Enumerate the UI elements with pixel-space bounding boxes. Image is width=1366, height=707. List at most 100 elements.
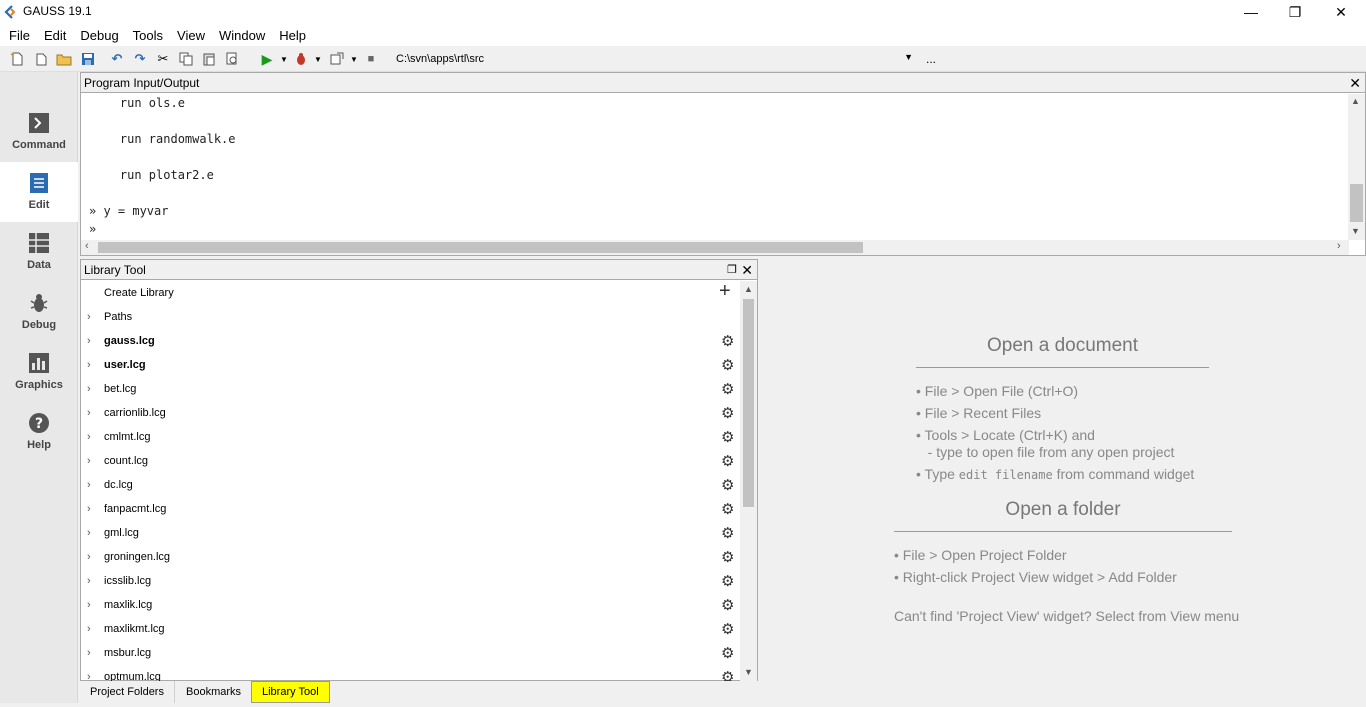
menu-debug[interactable]: Debug <box>73 28 125 43</box>
find-icon[interactable] <box>223 50 241 68</box>
minimize-button[interactable]: — <box>1228 0 1274 24</box>
menu-edit[interactable]: Edit <box>37 28 73 43</box>
vertical-scrollbar[interactable]: ▲ ▼ <box>1348 94 1365 240</box>
float-panel-icon[interactable]: ❐ <box>727 260 737 280</box>
scroll-down-icon[interactable]: ▼ <box>1351 226 1360 236</box>
console-output[interactable]: run ols.e run randomwalk.e run plotar2.e… <box>81 94 1349 240</box>
gear-icon[interactable]: ⚙ <box>721 380 734 398</box>
chevron-right-icon[interactable]: › <box>87 335 91 347</box>
gear-icon[interactable]: ⚙ <box>721 356 734 374</box>
debug-bug-icon[interactable] <box>292 50 310 68</box>
chevron-right-icon[interactable]: › <box>87 551 91 563</box>
paths-row[interactable]: › Paths <box>81 305 741 329</box>
copy-icon[interactable] <box>177 50 195 68</box>
chevron-right-icon[interactable]: › <box>87 575 91 587</box>
scrollbar-thumb[interactable] <box>1350 184 1363 222</box>
library-scrollbar[interactable]: ▲ ▼ <box>740 281 757 681</box>
library-row[interactable]: › cmlmt.lcg ⚙ <box>81 425 741 449</box>
library-row[interactable]: › dc.lcg ⚙ <box>81 473 741 497</box>
chevron-right-icon[interactable]: › <box>87 527 91 539</box>
library-row[interactable]: › msbur.lcg ⚙ <box>81 641 741 665</box>
library-row[interactable]: › gauss.lcg ⚙ <box>81 329 741 353</box>
gear-icon[interactable]: ⚙ <box>721 620 734 638</box>
library-row[interactable]: › count.lcg ⚙ <box>81 449 741 473</box>
scrollbar-thumb[interactable] <box>743 299 754 507</box>
chevron-right-icon[interactable]: › <box>87 479 91 491</box>
save-icon[interactable] <box>79 50 97 68</box>
library-row[interactable]: › bet.lcg ⚙ <box>81 377 741 401</box>
chevron-right-icon[interactable]: › <box>87 431 91 443</box>
step-dropdown-icon[interactable]: ▼ <box>345 50 363 68</box>
scroll-right-icon[interactable]: › <box>1337 240 1341 252</box>
chevron-right-icon[interactable]: › <box>87 503 91 515</box>
menu-view[interactable]: View <box>170 28 212 43</box>
scroll-left-icon[interactable]: ‹ <box>85 240 89 252</box>
sidebar-item-debug[interactable]: Debug <box>0 282 78 342</box>
library-row[interactable]: › carrionlib.lcg ⚙ <box>81 401 741 425</box>
library-row[interactable]: › icsslib.lcg ⚙ <box>81 569 741 593</box>
library-row[interactable]: › maxlik.lcg ⚙ <box>81 593 741 617</box>
run-dropdown-icon[interactable]: ▼ <box>275 50 293 68</box>
gear-icon[interactable]: ⚙ <box>721 668 734 681</box>
run-icon[interactable]: ▶ <box>258 50 276 68</box>
library-row[interactable]: › maxlikmt.lcg ⚙ <box>81 617 741 641</box>
menu-tools[interactable]: Tools <box>126 28 170 43</box>
chevron-right-icon[interactable]: › <box>87 623 91 635</box>
menu-file[interactable]: File <box>2 28 37 43</box>
sidebar-item-graphics[interactable]: Graphics <box>0 342 78 402</box>
chevron-right-icon[interactable]: › <box>87 311 91 323</box>
undo-icon[interactable]: ↶ <box>108 50 126 68</box>
maximize-button[interactable]: ❐ <box>1272 0 1318 24</box>
chevron-right-icon[interactable]: › <box>87 383 91 395</box>
scroll-up-icon[interactable]: ▲ <box>744 284 753 294</box>
tab-bookmarks[interactable]: Bookmarks <box>176 681 253 703</box>
stop-icon[interactable]: ■ <box>362 50 380 68</box>
chevron-right-icon[interactable]: › <box>87 671 91 681</box>
gear-icon[interactable]: ⚙ <box>721 404 734 422</box>
redo-icon[interactable]: ↷ <box>131 50 149 68</box>
gear-icon[interactable]: ⚙ <box>721 524 734 542</box>
console-prompt[interactable]: » <box>89 222 96 236</box>
library-row[interactable]: › optmum.lcg ⚙ <box>81 665 741 681</box>
gear-icon[interactable]: ⚙ <box>721 644 734 662</box>
new-file-icon[interactable] <box>8 50 26 68</box>
step-icon[interactable] <box>328 50 346 68</box>
open-folder-icon[interactable] <box>55 50 73 68</box>
debug-dropdown-icon[interactable]: ▼ <box>309 50 327 68</box>
close-icon[interactable]: ✕ <box>741 260 753 280</box>
create-library-row[interactable]: Create Library + <box>81 281 741 305</box>
close-button[interactable]: ✕ <box>1318 0 1364 24</box>
scrollbar-thumb[interactable] <box>98 242 863 253</box>
paste-icon[interactable] <box>200 50 218 68</box>
close-icon[interactable]: ✕ <box>1349 73 1361 93</box>
menu-help[interactable]: Help <box>272 28 313 43</box>
chevron-right-icon[interactable]: › <box>87 359 91 371</box>
new-project-icon[interactable] <box>32 50 50 68</box>
library-row[interactable]: › groningen.lcg ⚙ <box>81 545 741 569</box>
chevron-right-icon[interactable]: › <box>87 455 91 467</box>
tab-project-folders[interactable]: Project Folders <box>80 681 175 703</box>
gear-icon[interactable]: ⚙ <box>721 428 734 446</box>
add-library-icon[interactable]: + <box>719 281 731 303</box>
scroll-up-icon[interactable]: ▲ <box>1351 96 1360 106</box>
sidebar-item-help[interactable]: ? Help <box>0 402 78 462</box>
chevron-right-icon[interactable]: › <box>87 407 91 419</box>
gear-icon[interactable]: ⚙ <box>721 452 734 470</box>
gear-icon[interactable]: ⚙ <box>721 596 734 614</box>
browse-directory-button[interactable]: ... <box>926 52 936 66</box>
scroll-down-icon[interactable]: ▼ <box>744 667 753 677</box>
sidebar-item-data[interactable]: Data <box>0 222 78 282</box>
gear-icon[interactable]: ⚙ <box>721 572 734 590</box>
working-directory-select[interactable]: C:\svn\apps\rtl\src ▼ <box>393 50 916 68</box>
chevron-right-icon[interactable]: › <box>87 647 91 659</box>
cut-icon[interactable]: ✂ <box>154 50 172 68</box>
library-row[interactable]: › gml.lcg ⚙ <box>81 521 741 545</box>
menu-window[interactable]: Window <box>212 28 272 43</box>
sidebar-item-edit[interactable]: Edit <box>0 162 78 222</box>
gear-icon[interactable]: ⚙ <box>721 332 734 350</box>
sidebar-item-command[interactable]: Command <box>0 102 78 162</box>
horizontal-scrollbar[interactable]: ‹ › <box>81 240 1349 255</box>
gear-icon[interactable]: ⚙ <box>721 500 734 518</box>
library-row[interactable]: › fanpacmt.lcg ⚙ <box>81 497 741 521</box>
gear-icon[interactable]: ⚙ <box>721 476 734 494</box>
